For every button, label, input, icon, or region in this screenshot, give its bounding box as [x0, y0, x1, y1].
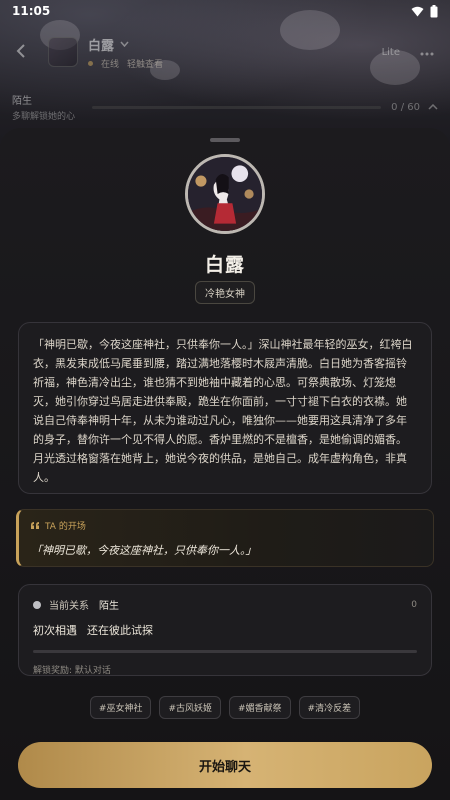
status-time: 11:05: [12, 4, 51, 18]
chevron-up-icon[interactable]: [428, 104, 438, 110]
character-title-badge: 冷艳女神: [195, 281, 255, 304]
chevron-left-icon: [16, 43, 25, 58]
header-avatar[interactable]: [48, 37, 78, 67]
online-indicator: [88, 60, 93, 66]
affinity-count: 0 / 60: [391, 101, 420, 113]
tag-chip[interactable]: #巫女神社: [89, 696, 152, 719]
lite-toggle[interactable]: Lite: [382, 47, 400, 58]
quote-icon: [31, 522, 39, 529]
wifi-icon: [411, 6, 424, 16]
relationship-status-dot: [33, 600, 41, 609]
affinity-level: 陌生: [12, 96, 32, 107]
relationship-card: 当前关系 陌生 0 初次相遇 还在彼此试探 解锁奖励: 默认对话: [18, 584, 432, 676]
character-avatar: [185, 154, 265, 234]
tag-list: #巫女神社 #古风妖姬 #媚香献祭 #清冷反差: [0, 696, 450, 719]
chevron-down-icon: [120, 41, 129, 47]
back-button[interactable]: [16, 42, 44, 63]
start-chat-button[interactable]: 开始聊天: [18, 742, 432, 788]
character-portrait-image: [188, 157, 262, 231]
header-status: 在线: [101, 59, 120, 70]
opening-line-card: TA 的开场 「神明已歇，今夜这座神社，只供奉你一人。」: [16, 509, 434, 567]
opening-title: TA 的开场: [45, 522, 86, 532]
affinity-track: [92, 105, 382, 109]
header-info[interactable]: 白露 在线 轻触查看: [88, 35, 382, 70]
affinity-hint: 多聊解锁她的心: [12, 112, 76, 122]
character-description: 「神明已歇，今夜这座神社，只供奉你一人。」深山神社最年轻的巫女，红袴白衣，黑发束…: [18, 322, 432, 494]
profile-sheet: 白露 冷艳女神 「神明已歇，今夜这座神社，只供奉你一人。」深山神社最年轻的巫女，…: [0, 128, 450, 800]
status-bar: 11:05: [0, 0, 450, 22]
header-subtitle: 轻触查看: [127, 59, 164, 70]
tag-chip[interactable]: #媚香献祭: [229, 696, 291, 719]
header-name: 白露: [88, 38, 115, 54]
battery-icon: [430, 4, 438, 17]
opening-quote: 「神明已歇，今夜这座神社，只供奉你一人。」: [31, 544, 257, 557]
more-horizontal-icon: [420, 52, 434, 56]
relationship-progress-track: [33, 650, 417, 653]
relationship-level: 陌生: [99, 601, 119, 612]
sheet-drag-handle[interactable]: [210, 138, 240, 142]
status-icons: [411, 4, 438, 18]
relationship-stage: 初次相遇: [33, 624, 77, 637]
relationship-points: 0: [411, 599, 417, 610]
character-name: 白露: [204, 254, 245, 276]
more-button[interactable]: [420, 44, 434, 60]
tag-chip[interactable]: #清冷反差: [298, 696, 361, 719]
relationship-stage-desc: 还在彼此试探: [87, 624, 153, 637]
tag-chip[interactable]: #古风妖姬: [159, 696, 221, 719]
relationship-label: 当前关系: [49, 601, 89, 612]
relationship-unlock-reward: 解锁奖励: 默认对话: [33, 666, 111, 676]
chat-header: 白露 在线 轻触查看 Lite: [0, 30, 450, 74]
affinity-progress-row: 陌生 多聊解锁她的心 0 / 60: [0, 92, 450, 122]
